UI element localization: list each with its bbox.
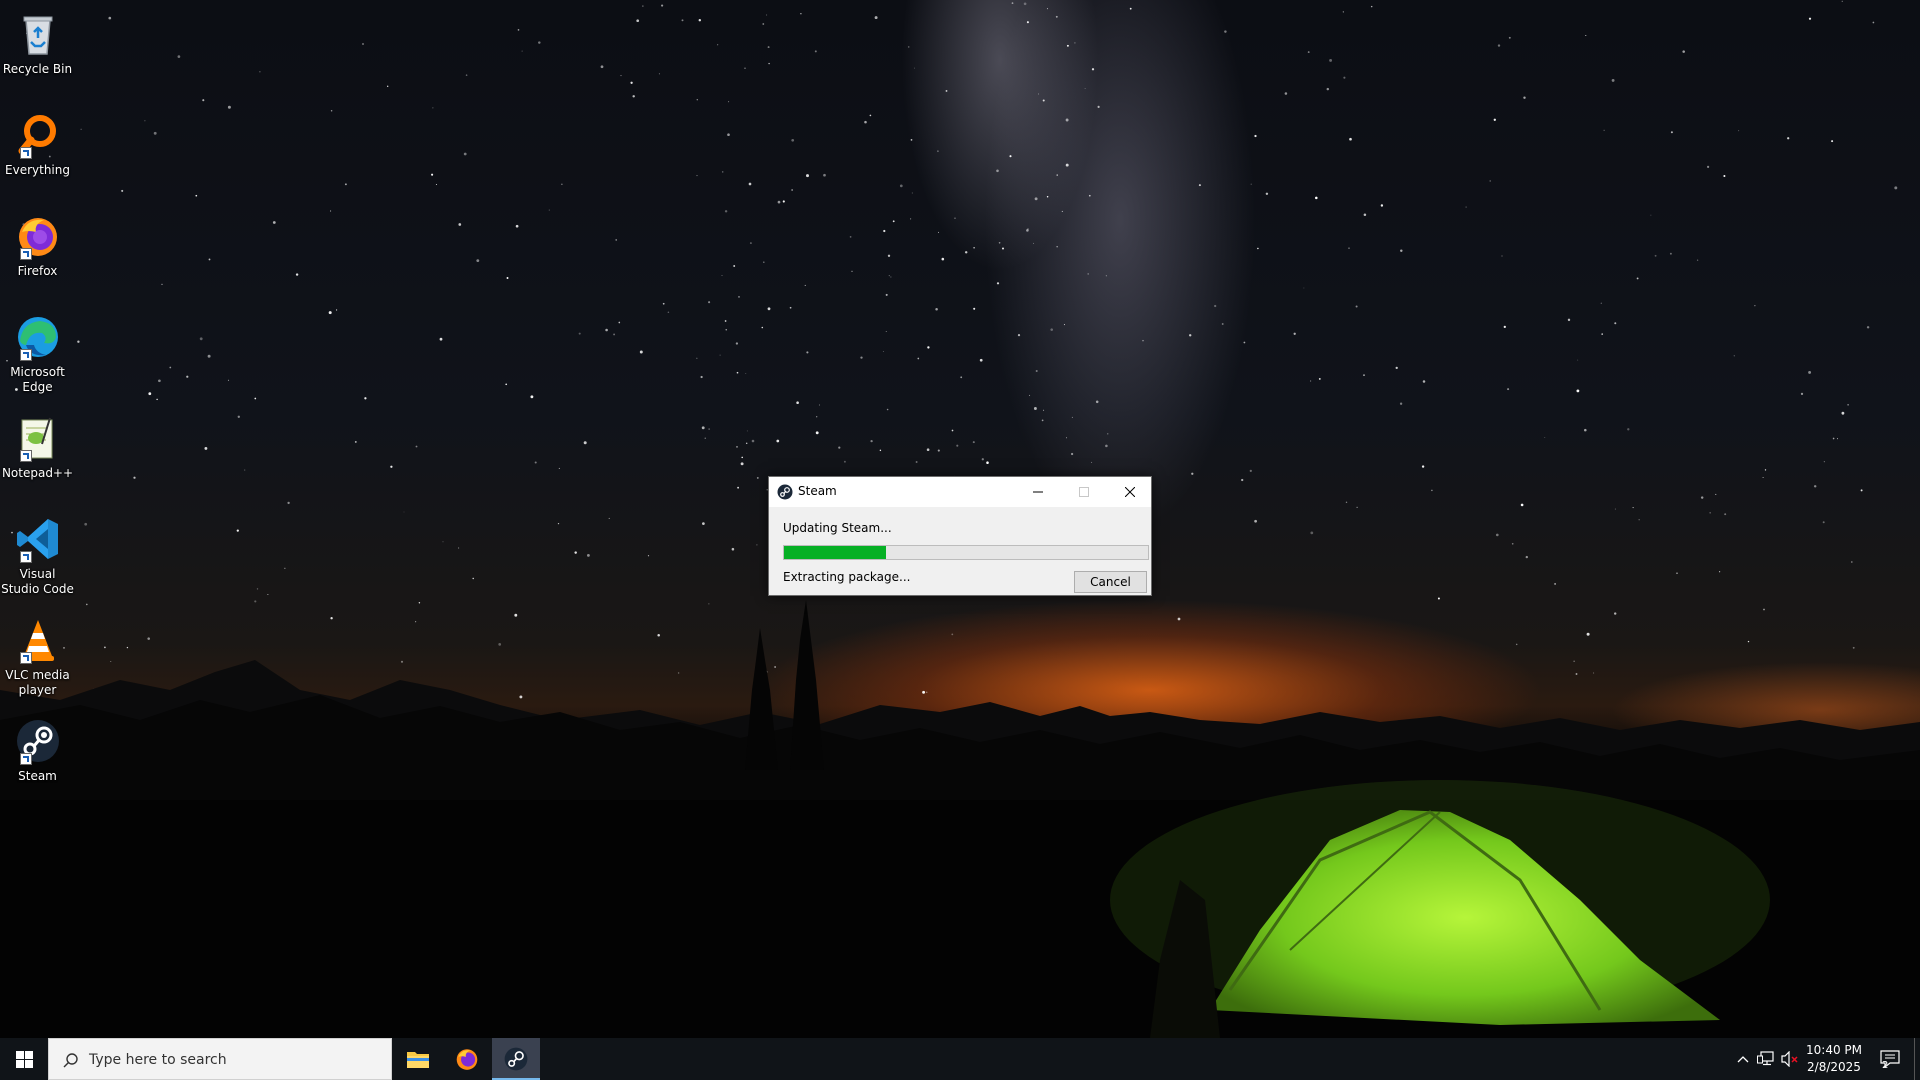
taskbar: Type here to search 10:40 PM 2/8/2025 2 bbox=[0, 1038, 1920, 1080]
cancel-button[interactable]: Cancel bbox=[1074, 571, 1147, 593]
show-desktop-button[interactable] bbox=[1914, 1038, 1920, 1080]
desktop-icon-label: Notepad++ bbox=[1, 466, 74, 480]
edge-icon bbox=[14, 313, 62, 361]
shortcut-arrow-icon bbox=[19, 652, 32, 664]
taskbar-steam[interactable] bbox=[492, 1038, 540, 1080]
everything-icon bbox=[14, 111, 62, 159]
desktop-icon-vlc[interactable]: VLC media player bbox=[0, 610, 75, 698]
desktop-icon-label: Everything bbox=[5, 163, 70, 177]
desktop-icon-recycle-bin[interactable]: Recycle Bin bbox=[0, 4, 75, 77]
desktop-icon-label: Firefox bbox=[17, 264, 58, 278]
search-icon bbox=[63, 1053, 78, 1068]
close-button[interactable] bbox=[1107, 477, 1153, 507]
show-hidden-icons-button[interactable] bbox=[1732, 1038, 1754, 1080]
minimize-button[interactable] bbox=[1015, 477, 1061, 507]
close-icon bbox=[1125, 487, 1135, 497]
shortcut-arrow-icon bbox=[19, 753, 32, 765]
notepad-plus-plus-icon bbox=[14, 414, 62, 462]
steam-icon bbox=[14, 717, 62, 765]
desktop-icon-label: Visual Studio Code bbox=[1, 567, 74, 596]
steam-update-dialog: Steam Updating Steam... Extracting packa… bbox=[768, 476, 1152, 596]
volume-tray-button[interactable] bbox=[1778, 1038, 1802, 1080]
volume-muted-icon bbox=[1781, 1051, 1798, 1067]
firefox-icon bbox=[14, 212, 62, 260]
desktop-icon-label: VLC media player bbox=[5, 668, 70, 697]
steam-icon bbox=[504, 1047, 528, 1071]
desktop-icon-everything[interactable]: Everything bbox=[0, 105, 75, 178]
shortcut-arrow-icon bbox=[19, 450, 32, 462]
shortcut-arrow-icon bbox=[19, 551, 32, 563]
clock-time: 10:40 PM bbox=[1806, 1043, 1862, 1057]
shortcut-arrow-icon bbox=[19, 147, 32, 159]
vlc-icon bbox=[14, 616, 62, 664]
desktop-icon-label: Recycle Bin bbox=[2, 62, 73, 76]
desktop-icon-label: Steam bbox=[18, 769, 57, 783]
desktop-icon-steam[interactable]: Steam bbox=[0, 711, 75, 784]
notification-count-badge: 2 bbox=[1882, 1060, 1889, 1071]
network-tray-button[interactable] bbox=[1754, 1038, 1778, 1080]
update-detail-text: Extracting package... bbox=[783, 570, 911, 584]
shortcut-arrow-icon bbox=[19, 248, 32, 260]
taskbar-firefox[interactable] bbox=[443, 1038, 491, 1080]
shortcut-arrow-icon bbox=[19, 349, 32, 361]
recycle-bin-icon bbox=[14, 10, 62, 58]
chevron-up-icon bbox=[1737, 1056, 1749, 1063]
start-button[interactable] bbox=[0, 1038, 48, 1080]
dialog-titlebar[interactable]: Steam bbox=[769, 477, 1151, 507]
taskbar-search-box[interactable]: Type here to search bbox=[48, 1038, 392, 1080]
minimize-icon bbox=[1033, 491, 1043, 493]
search-placeholder: Type here to search bbox=[89, 1052, 227, 1068]
update-status-text: Updating Steam... bbox=[783, 521, 892, 535]
desktop-icon-label: Microsoft Edge bbox=[10, 365, 65, 394]
desktop-icon-notepad-plus-plus[interactable]: Notepad++ bbox=[0, 408, 75, 481]
maximize-button bbox=[1061, 477, 1107, 507]
network-icon bbox=[1757, 1051, 1774, 1066]
desktop-icon-vscode[interactable]: Visual Studio Code bbox=[0, 509, 75, 597]
update-progress-bar bbox=[783, 545, 1149, 560]
desktop-icon-firefox[interactable]: Firefox bbox=[0, 206, 75, 279]
maximize-icon bbox=[1079, 487, 1089, 497]
steam-icon bbox=[777, 484, 793, 500]
progress-fill bbox=[784, 546, 886, 559]
desktop-icon-microsoft-edge[interactable]: Microsoft Edge bbox=[0, 307, 75, 395]
vscode-icon bbox=[14, 515, 62, 563]
file-explorer-icon bbox=[407, 1052, 429, 1068]
action-center-button[interactable]: 2 bbox=[1870, 1038, 1910, 1080]
taskbar-file-explorer[interactable] bbox=[394, 1038, 442, 1080]
windows-logo-icon bbox=[15, 1050, 33, 1068]
taskbar-clock[interactable]: 10:40 PM 2/8/2025 bbox=[1802, 1042, 1866, 1076]
firefox-icon bbox=[456, 1049, 478, 1070]
clock-date: 2/8/2025 bbox=[1807, 1060, 1861, 1074]
dialog-title: Steam bbox=[798, 484, 837, 498]
